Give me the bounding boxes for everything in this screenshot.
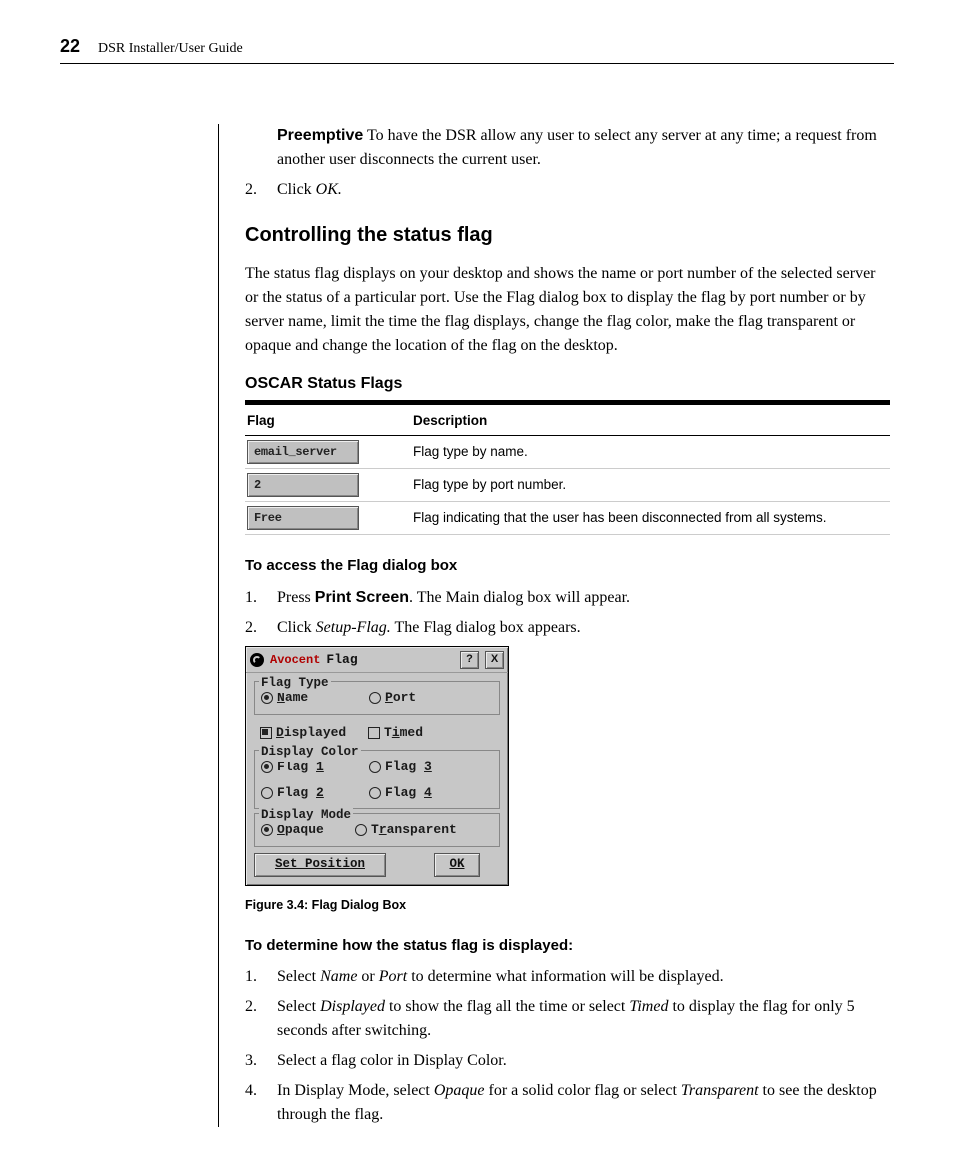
table-top-rule	[245, 400, 890, 405]
avocent-logo-icon	[250, 653, 264, 667]
display-mode-legend: Display Mode	[259, 806, 353, 825]
section-heading-controlling-status-flag: Controlling the status flag	[245, 220, 890, 250]
list-item: 4. In Display Mode, select Opaque for a …	[245, 1079, 890, 1127]
ok-button[interactable]: OK	[434, 853, 480, 877]
page-header: 22 DSR Installer/User Guide	[60, 36, 894, 64]
checkbox-icon	[368, 727, 380, 739]
checkbox-icon	[260, 727, 272, 739]
oscar-status-flags-table: Flag Description email_server Flag type …	[245, 407, 890, 535]
check-displayed[interactable]: Displayed	[260, 723, 364, 743]
list-item: 1. Select Name or Port to determine what…	[245, 965, 890, 989]
flag-type-group: Flag Type Name Port	[254, 681, 500, 715]
doc-title: DSR Installer/User Guide	[98, 41, 243, 57]
radio-icon	[261, 761, 273, 773]
flag-image-free: Free	[247, 506, 359, 530]
set-position-button[interactable]: Set Position	[254, 853, 386, 877]
col-header-flag: Flag	[245, 407, 411, 436]
display-mode-group: Display Mode Opaque Transparent	[254, 813, 500, 847]
subheading-determine-status-flag-display: To determine how the status flag is disp…	[245, 935, 890, 958]
list-item: 2. Select Displayed to show the flag all…	[245, 995, 890, 1043]
list-item: 2. Click OK.	[245, 178, 890, 202]
list-item: 3. Select a flag color in Display Color.	[245, 1049, 890, 1073]
display-color-legend: Display Color	[259, 743, 361, 762]
dialog-titlebar: Avocent Flag ? X	[246, 647, 508, 674]
list-item: 1. Press Print Screen. The Main dialog b…	[245, 586, 890, 610]
radio-flag2[interactable]: Flag 2	[261, 783, 365, 803]
radio-flag3[interactable]: Flag 3	[369, 757, 473, 777]
radio-transparent[interactable]: Transparent	[355, 820, 459, 840]
table-row: 2 Flag type by port number.	[245, 469, 890, 502]
check-timed[interactable]: Timed	[368, 723, 472, 743]
flag-image-name: email_server	[247, 440, 359, 464]
figure-caption: Figure 3.4: Flag Dialog Box	[245, 896, 890, 915]
table-title-oscar-status-flags: OSCAR Status Flags	[245, 372, 890, 396]
subheading-access-flag-dialog: To access the Flag dialog box	[245, 555, 890, 578]
preemptive-label: Preemptive	[277, 127, 363, 144]
radio-icon	[261, 824, 273, 836]
radio-icon	[369, 761, 381, 773]
close-button[interactable]: X	[485, 651, 504, 669]
col-header-description: Description	[411, 407, 890, 436]
flag-description: Flag indicating that the user has been d…	[411, 502, 890, 535]
dialog-title: Flag	[326, 650, 454, 670]
radio-icon	[355, 824, 367, 836]
radio-icon	[369, 692, 381, 704]
flag-description: Flag type by name.	[411, 436, 890, 469]
radio-icon	[261, 787, 273, 799]
preemptive-text: To have the DSR allow any user to select…	[277, 127, 877, 168]
flag-description: Flag type by port number.	[411, 469, 890, 502]
list-item: 2. Click Setup-Flag. The Flag dialog box…	[245, 616, 890, 640]
flag-image-port: 2	[247, 473, 359, 497]
radio-flag4[interactable]: Flag 4	[369, 783, 473, 803]
table-row: Free Flag indicating that the user has b…	[245, 502, 890, 535]
dialog-brand: Avocent	[270, 651, 320, 669]
main-content: Preemptive To have the DSR allow any use…	[218, 124, 894, 1127]
flag-type-legend: Flag Type	[259, 674, 331, 693]
section-description: The status flag displays on your desktop…	[245, 262, 890, 358]
help-button[interactable]: ?	[460, 651, 479, 669]
display-color-group: Display Color Flag 1 Flag 3 Flag 2 Flag …	[254, 750, 500, 809]
radio-port[interactable]: Port	[369, 688, 473, 708]
step-number: 2.	[245, 178, 277, 202]
flag-dialog-box: Avocent Flag ? X Flag Type Name Port Dis…	[245, 646, 509, 886]
radio-icon	[369, 787, 381, 799]
page-number: 22	[60, 36, 80, 57]
preemptive-definition: Preemptive To have the DSR allow any use…	[245, 124, 890, 172]
radio-icon	[261, 692, 273, 704]
table-row: email_server Flag type by name.	[245, 436, 890, 469]
